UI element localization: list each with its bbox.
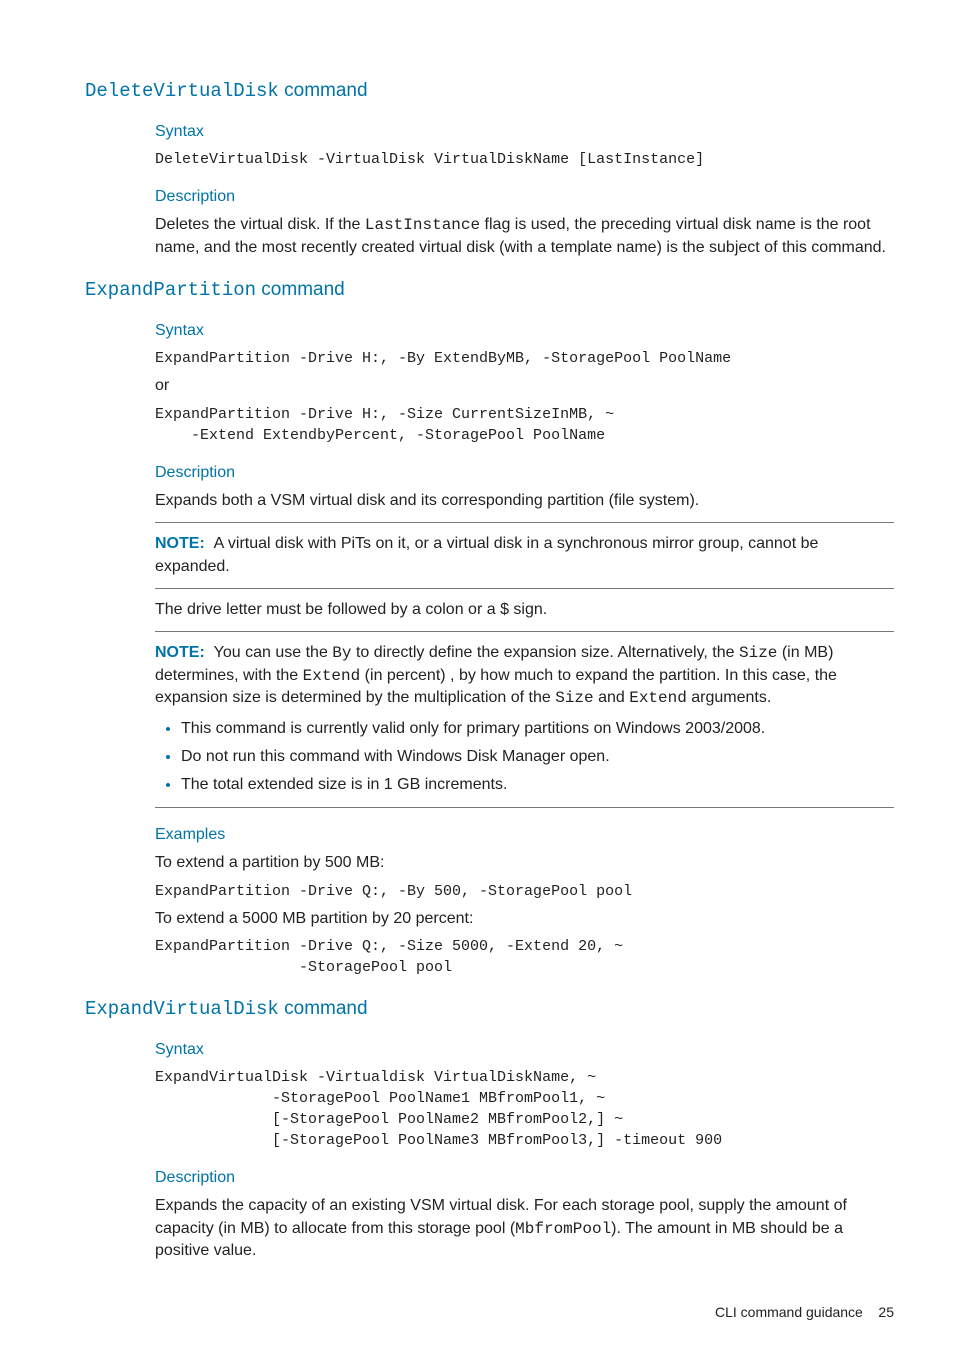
subsection-heading: Syntax: [155, 1039, 894, 1061]
paragraph: NOTE: You can use the By to directly def…: [155, 642, 894, 709]
subsection-heading: Description: [155, 462, 894, 484]
paragraph: Expands both a VSM virtual disk and its …: [155, 490, 894, 512]
page-footer: CLI command guidance 25: [85, 1303, 894, 1323]
divider: [155, 631, 894, 632]
command-name: ExpandPartition: [85, 279, 256, 301]
list-item: Do not run this command with Windows Dis…: [181, 746, 894, 768]
subsection-heading: Description: [155, 186, 894, 208]
code-block: ExpandPartition -Drive Q:, -Size 5000, -…: [155, 936, 894, 978]
bullet-list: This command is currently valid only for…: [155, 718, 894, 797]
command-name: ExpandVirtualDisk: [85, 998, 279, 1020]
paragraph: or: [155, 375, 894, 397]
footer-text: CLI command guidance: [715, 1304, 863, 1320]
heading-suffix: command: [279, 80, 368, 101]
paragraph: To extend a 5000 MB partition by 20 perc…: [155, 908, 894, 930]
code-block: DeleteVirtualDisk -VirtualDisk VirtualDi…: [155, 149, 894, 170]
code-block: ExpandPartition -Drive H:, -Size Current…: [155, 404, 894, 446]
code-block: ExpandPartition -Drive Q:, -By 500, -Sto…: [155, 881, 894, 902]
heading-suffix: command: [256, 279, 345, 300]
heading-suffix: command: [279, 998, 368, 1019]
paragraph: The drive letter must be followed by a c…: [155, 599, 894, 621]
code-block: ExpandVirtualDisk -Virtualdisk VirtualDi…: [155, 1067, 894, 1151]
subsection-heading: Description: [155, 1167, 894, 1189]
subsection-heading: Examples: [155, 824, 894, 846]
divider: [155, 807, 894, 808]
list-item: The total extended size is in 1 GB incre…: [181, 774, 894, 796]
section-heading: ExpandVirtualDisk command: [85, 996, 894, 1023]
paragraph: Expands the capacity of an existing VSM …: [155, 1195, 894, 1262]
paragraph: NOTE: A virtual disk with PiTs on it, or…: [155, 533, 894, 578]
section-heading: DeleteVirtualDisk command: [85, 78, 894, 105]
divider: [155, 588, 894, 589]
paragraph: Deletes the virtual disk. If the LastIns…: [155, 214, 894, 259]
document-body: DeleteVirtualDisk command Syntax DeleteVir…: [85, 78, 894, 1263]
paragraph: To extend a partition by 500 MB:: [155, 852, 894, 874]
code-block: ExpandPartition -Drive H:, -By ExtendByM…: [155, 348, 894, 369]
section-body: Syntax ExpandVirtualDisk -Virtualdisk Vir…: [155, 1039, 894, 1263]
section-body: Syntax ExpandPartition -Drive H:, -By Ext…: [155, 320, 894, 978]
section-heading: ExpandPartition command: [85, 277, 894, 304]
list-item: This command is currently valid only for…: [181, 718, 894, 740]
command-name: DeleteVirtualDisk: [85, 80, 279, 102]
subsection-heading: Syntax: [155, 320, 894, 342]
footer-page-number: 25: [878, 1304, 894, 1320]
divider: [155, 522, 894, 523]
subsection-heading: Syntax: [155, 121, 894, 143]
section-body: Syntax DeleteVirtualDisk -VirtualDisk Vir…: [155, 121, 894, 260]
